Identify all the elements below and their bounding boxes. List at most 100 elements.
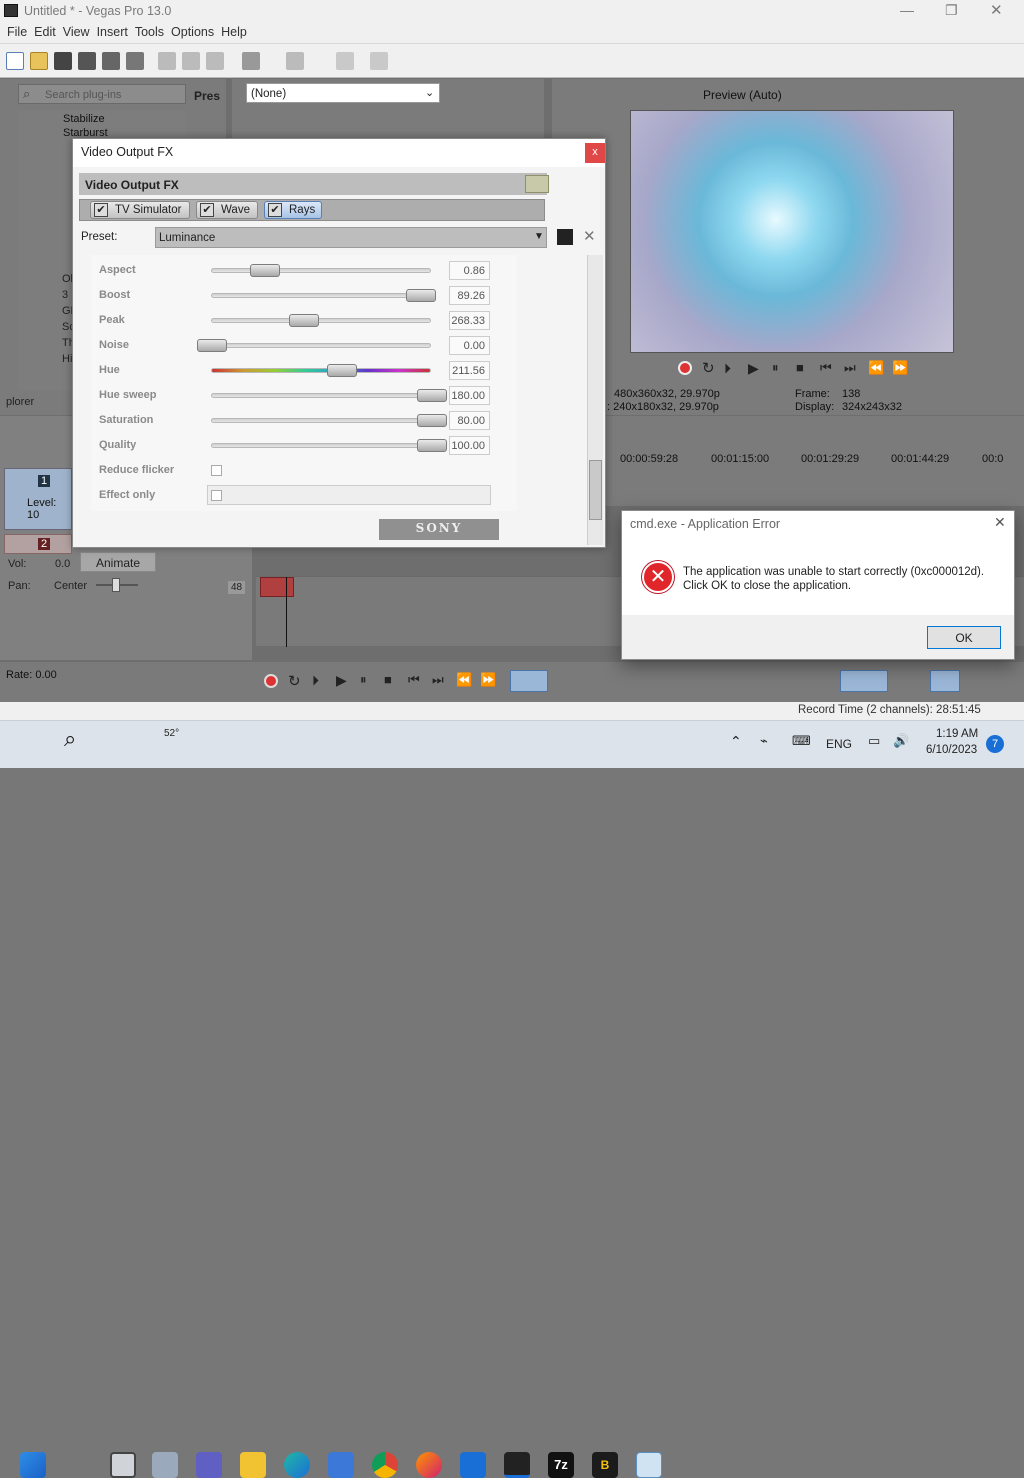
param-value-field[interactable]: 268.33 xyxy=(449,311,490,330)
param-slider-track[interactable] xyxy=(211,318,431,323)
param-slider-thumb[interactable] xyxy=(417,389,447,402)
go-to-start-icon[interactable]: ⏮ xyxy=(820,360,832,376)
prev-frame-icon[interactable]: ⏪ xyxy=(868,360,884,376)
track-2-header[interactable]: 2 xyxy=(4,534,72,554)
fx-view-button[interactable] xyxy=(525,175,549,193)
7zip-icon[interactable]: 7z xyxy=(548,1452,574,1478)
param-checkbox[interactable] xyxy=(211,465,222,476)
chevron-up-icon[interactable]: ⌃ xyxy=(730,733,742,750)
lock-envelopes-button[interactable] xyxy=(930,670,960,692)
plugin-search[interactable]: ⌕ Search plug-ins xyxy=(18,84,186,104)
menu-edit[interactable]: Edit xyxy=(34,22,63,39)
pause-icon[interactable]: ⏸ xyxy=(772,360,779,376)
whats-this-icon[interactable] xyxy=(370,52,388,70)
fx-scrollbar-thumb[interactable] xyxy=(589,460,602,520)
param-checkbox[interactable] xyxy=(211,490,222,501)
param-slider-thumb[interactable] xyxy=(417,439,447,452)
next-frame-icon[interactable]: ⏩ xyxy=(892,360,908,376)
transport-loop-icon[interactable]: ↻ xyxy=(288,672,301,690)
start-icon[interactable] xyxy=(20,1452,46,1478)
transport-start-icon[interactable]: ⏮ xyxy=(408,672,420,688)
param-slider-track[interactable] xyxy=(211,268,431,273)
teams-icon[interactable] xyxy=(196,1452,222,1478)
param-value-field[interactable]: 211.56 xyxy=(449,361,490,380)
save-icon[interactable] xyxy=(54,52,72,70)
chain-rays[interactable]: ✔ Rays xyxy=(264,201,322,219)
firefox-icon[interactable] xyxy=(416,1452,442,1478)
explorer-tab[interactable]: plorer xyxy=(6,396,34,408)
chain-wave[interactable]: ✔ Wave xyxy=(196,201,258,219)
param-slider-thumb[interactable] xyxy=(326,364,357,377)
error-dialog-close-button[interactable]: ✕ xyxy=(994,514,1006,531)
param-slider-track[interactable] xyxy=(211,418,431,423)
transport-next-icon[interactable]: ⏩ xyxy=(480,672,496,688)
param-value-field[interactable]: 0.00 xyxy=(449,336,490,355)
checkmark-icon[interactable]: ✔ xyxy=(200,203,214,217)
vegas-taskbar-icon[interactable] xyxy=(504,1452,530,1478)
param-slider-thumb[interactable] xyxy=(197,339,227,352)
pan-value[interactable]: Center xyxy=(54,580,87,592)
playhead-cursor[interactable] xyxy=(286,577,287,647)
timeline-clip[interactable] xyxy=(260,577,294,597)
notepad-icon[interactable] xyxy=(636,1452,662,1478)
menu-insert[interactable]: Insert xyxy=(97,22,135,39)
preview-mode-label[interactable]: Preview (Auto) xyxy=(703,88,782,102)
open-folder-icon[interactable] xyxy=(30,52,48,70)
notification-badge[interactable]: 7 xyxy=(986,735,1004,753)
normal-edit-tool-button[interactable] xyxy=(510,670,548,692)
param-slider-track[interactable] xyxy=(211,368,431,373)
checkmark-icon[interactable]: ✔ xyxy=(94,203,108,217)
display-icon[interactable]: ▭ xyxy=(868,733,880,749)
param-slider-thumb[interactable] xyxy=(417,414,447,427)
transport-prev-icon[interactable]: ⏪ xyxy=(456,672,472,688)
menu-tools[interactable]: Tools xyxy=(135,22,171,39)
undo-icon[interactable] xyxy=(242,52,260,70)
pan-slider-thumb[interactable] xyxy=(112,578,120,592)
new-file-icon[interactable] xyxy=(6,52,24,70)
tree-folder-6[interactable]: Hi xyxy=(62,353,72,365)
param-slider-thumb[interactable] xyxy=(289,314,320,327)
presets-tab[interactable]: Pres xyxy=(194,89,220,103)
chrome-icon[interactable] xyxy=(372,1452,398,1478)
close-button[interactable]: ✕ xyxy=(990,1,1003,19)
auto-ripple-icon[interactable] xyxy=(336,52,354,70)
store-icon[interactable] xyxy=(328,1452,354,1478)
loop-icon[interactable]: ↻ xyxy=(702,359,715,377)
tree-item-stabilize[interactable]: Stabilize xyxy=(63,113,105,125)
minimize-button[interactable]: — xyxy=(900,2,914,18)
save-as-icon[interactable] xyxy=(78,52,96,70)
chain-tv-simulator[interactable]: ✔ TV Simulator xyxy=(90,201,190,219)
param-slider-track[interactable] xyxy=(211,443,431,448)
volume-icon[interactable]: 🔊 xyxy=(893,733,909,749)
play-icon[interactable]: ▶ xyxy=(748,360,759,377)
file-explorer-icon[interactable] xyxy=(240,1452,266,1478)
tree-folder-2[interactable]: 3 xyxy=(62,289,68,301)
network-icon[interactable]: ⌁ xyxy=(760,733,768,749)
keyboard-icon[interactable]: ⌨ xyxy=(792,733,811,749)
properties-icon[interactable] xyxy=(126,52,144,70)
param-slider-thumb[interactable] xyxy=(406,289,436,302)
vol-value[interactable]: 0.0 xyxy=(55,558,70,570)
menu-file[interactable]: File xyxy=(0,22,34,39)
play-from-start-icon[interactable]: ⏵ xyxy=(724,360,731,377)
redo-icon[interactable] xyxy=(286,52,304,70)
param-value-field[interactable]: 0.86 xyxy=(449,261,490,280)
clock-time[interactable]: 1:19 AM xyxy=(936,728,978,740)
delete-preset-icon[interactable]: ✕ xyxy=(583,227,596,245)
cut-icon[interactable] xyxy=(158,52,176,70)
track-1-header[interactable]: 1 Level: 10 xyxy=(4,468,72,530)
param-slider-thumb[interactable] xyxy=(249,264,280,277)
preset-dropdown[interactable]: Luminance ▼ xyxy=(155,227,547,248)
maximize-button[interactable]: ❐ xyxy=(945,2,958,19)
param-value-field[interactable]: 80.00 xyxy=(449,411,490,430)
b-app-icon[interactable]: B xyxy=(592,1452,618,1478)
transport-stop-icon[interactable]: ■ xyxy=(384,672,392,687)
checkmark-icon[interactable]: ✔ xyxy=(268,203,282,217)
weather-icon[interactable] xyxy=(152,1452,178,1478)
transport-pause-icon[interactable]: ⏸ xyxy=(360,672,367,688)
param-value-field[interactable]: 100.00 xyxy=(449,436,490,455)
defender-icon[interactable] xyxy=(460,1452,486,1478)
record-icon[interactable] xyxy=(678,361,692,375)
transport-record-icon[interactable] xyxy=(264,674,278,688)
edge-icon[interactable] xyxy=(284,1452,310,1478)
